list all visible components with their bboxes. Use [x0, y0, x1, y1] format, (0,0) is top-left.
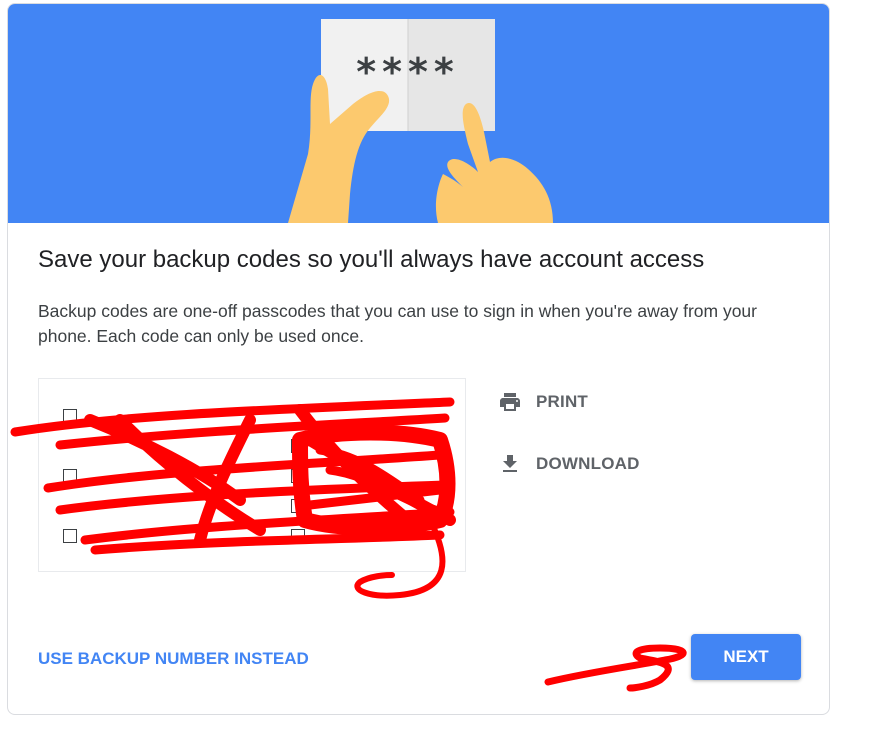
printer-icon: [500, 393, 520, 411]
code-checkbox[interactable]: [63, 529, 77, 543]
use-backup-number-link[interactable]: USE BACKUP NUMBER INSTEAD: [38, 649, 309, 669]
page-description: Backup codes are one-off passcodes that …: [38, 301, 757, 346]
masked-code-text: ****: [356, 50, 460, 94]
code-checkbox[interactable]: [63, 469, 77, 483]
illustration-banner: ****: [8, 4, 829, 223]
code-checkbox[interactable]: [291, 439, 305, 453]
backup-codes-card: **** Save your backup codes so you'll al…: [7, 3, 830, 715]
backup-codes-list: [38, 378, 466, 572]
code-checkbox[interactable]: [291, 499, 305, 513]
code-checkbox[interactable]: [63, 409, 77, 423]
print-button[interactable]: PRINT: [496, 390, 588, 414]
download-label: DOWNLOAD: [536, 454, 640, 473]
print-label: PRINT: [536, 392, 588, 411]
code-checkbox[interactable]: [291, 469, 305, 483]
download-icon: [503, 455, 517, 472]
page-title: Save your backup codes so you'll always …: [38, 246, 705, 273]
hands-holding-card-illustration: [288, 19, 553, 223]
download-button[interactable]: DOWNLOAD: [496, 452, 640, 476]
code-checkbox[interactable]: [291, 529, 305, 543]
next-button[interactable]: NEXT: [691, 634, 801, 680]
